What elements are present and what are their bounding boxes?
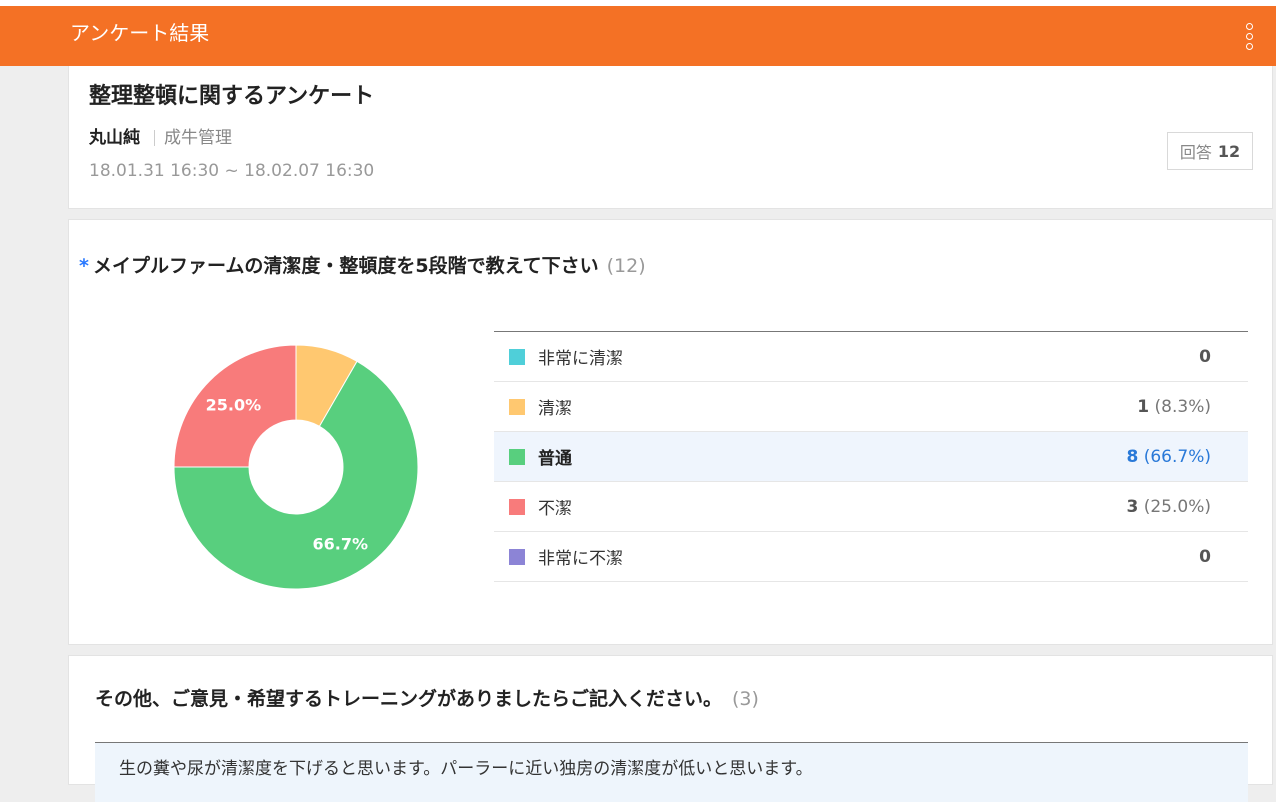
answer-item: 生の糞や尿が清潔度を下げると思います。パーラーに近い独房の清潔度が低いと思います… (95, 742, 1248, 802)
legend-row[interactable]: 非常に清潔 0 (494, 332, 1248, 382)
answer-text: 生の糞や尿が清潔度を下げると思います。パーラーに近い独房の清潔度が低いと思います… (119, 759, 813, 779)
legend-value: 3 (25.0%) (1126, 497, 1211, 517)
legend-swatch (509, 498, 525, 515)
legend-value: 8 (66.7%) (1126, 447, 1211, 467)
legend-row[interactable]: 清潔 1 (8.3%) (494, 382, 1248, 432)
legend-row[interactable]: 不潔 3 (25.0%) (494, 482, 1248, 532)
legend-count: 3 (1126, 496, 1139, 517)
legend-row[interactable]: 普通 8 (66.7%) (494, 432, 1248, 482)
legend-count: 8 (1126, 446, 1139, 467)
legend-label: 非常に不潔 (538, 549, 623, 569)
question-response-count: (3) (732, 688, 759, 710)
author-name: 丸山純 (89, 128, 140, 148)
legend-percent: (66.7%) (1143, 446, 1211, 467)
author-row: 丸山純 成牛管理 (89, 126, 232, 150)
question-title-text: メイプルファームの清潔度・整頓度を5段階で教えて下さい (92, 255, 599, 277)
survey-title: 整理整頓に関するアンケート (89, 84, 375, 109)
legend-count: 1 (1137, 396, 1150, 417)
question-title: * メイプルファームの清潔度・整頓度を5段階で教えて下さい (12) (79, 253, 646, 279)
legend-label: 普通 (538, 449, 572, 469)
question-card-1: * メイプルファームの清潔度・整頓度を5段階で教えて下さい (12) 66.7%… (68, 219, 1273, 645)
response-count-value: 12 (1217, 141, 1241, 161)
divider (154, 130, 155, 146)
legend-count: 0 (1199, 546, 1211, 567)
app-bar: アンケート結果 (0, 6, 1276, 66)
legend-label: 清潔 (538, 399, 572, 419)
question-title-text: その他、ご意見・希望するトレーニングがありましたらご記入ください。 (95, 688, 723, 710)
legend-swatch (509, 348, 525, 365)
app-bar-title: アンケート結果 (70, 21, 210, 45)
legend-count: 0 (1199, 346, 1211, 367)
survey-info-card: 整理整頓に関するアンケート 丸山純 成牛管理 18.01.31 16:30 ~ … (68, 66, 1273, 209)
legend-swatch (509, 548, 525, 565)
legend-table: 非常に清潔 0 清潔 1 (8.3%) 普通 8 (66.7%) 不潔 3 (2… (494, 331, 1248, 582)
legend-label: 不潔 (538, 499, 572, 519)
legend-percent: (25.0%) (1143, 496, 1211, 517)
legend-row[interactable]: 非常に不潔 0 (494, 532, 1248, 582)
legend-percent: (8.3%) (1154, 396, 1211, 417)
pie-slice-label: 66.7% (312, 535, 368, 554)
legend-swatch (509, 448, 525, 465)
question-response-count: (12) (606, 255, 646, 277)
legend-value: 1 (8.3%) (1137, 397, 1211, 417)
question-title: その他、ご意見・希望するトレーニングがありましたらご記入ください。 (3) (95, 686, 759, 712)
donut-chart[interactable]: 66.7% 25.0% (172, 343, 420, 591)
legend-label: 非常に清潔 (538, 349, 623, 369)
department-name: 成牛管理 (164, 128, 232, 148)
response-count-badge[interactable]: 回答 12 (1167, 132, 1253, 170)
legend-value: 0 (1199, 347, 1211, 367)
required-asterisk: * (79, 255, 89, 277)
legend-value: 0 (1199, 547, 1211, 567)
legend-swatch (509, 398, 525, 415)
question-card-2: その他、ご意見・希望するトレーニングがありましたらご記入ください。 (3) 生の糞… (68, 655, 1273, 802)
response-count-label: 回答 (1179, 143, 1212, 162)
more-vertical-icon[interactable] (1241, 23, 1257, 51)
survey-period: 18.01.31 16:30 ~ 18.02.07 16:30 (89, 161, 375, 181)
pie-slice-label: 25.0% (206, 395, 262, 414)
